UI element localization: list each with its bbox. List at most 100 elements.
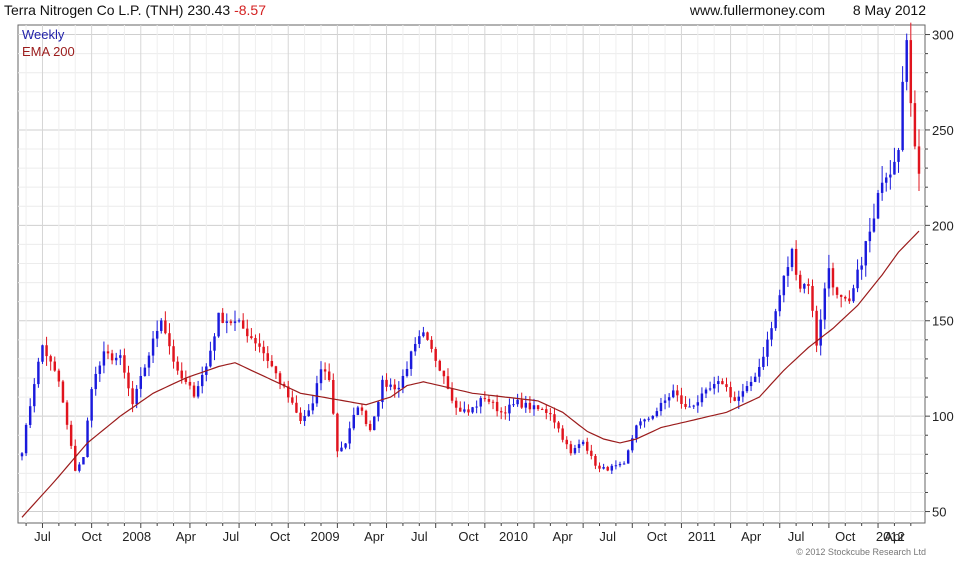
x-tick-label: 2009 [311,529,340,544]
candle-up [905,40,908,82]
candle-down [495,401,499,412]
candle-up [413,343,417,352]
candle-down [278,373,282,384]
candle-down [426,332,429,340]
legend-ema: EMA 200 [22,44,75,59]
candle-up [856,269,859,289]
candle-up [852,288,855,302]
candle-up [114,357,118,361]
candle-down [368,423,372,431]
candle-down [430,339,433,349]
chart-title: Terra Nitrogen Co L.P. (TNH) 230.43 -8.5… [4,2,266,18]
candle-up [82,457,85,465]
x-tick-label: Oct [647,529,668,544]
candle-up [667,397,671,401]
title-change: -8.57 [234,2,266,18]
candle-up [872,218,876,232]
candle-down [229,321,233,324]
candle-down [569,444,573,454]
candle-down [250,336,253,339]
candle-up [508,404,511,414]
candle-down [164,320,167,334]
candle-down [676,390,679,396]
candle-down [811,285,814,311]
candle-up [98,365,102,374]
candle-down [176,361,179,371]
candle-up [24,424,28,454]
candle-up [401,375,405,388]
candle-down [553,414,556,423]
candle-up [823,288,827,320]
candle-down [733,397,736,401]
candle-down [565,439,568,445]
candle-up [573,448,577,454]
candle-up [655,411,659,417]
candle-down [467,409,470,413]
candle-up [647,418,650,420]
candle-up [749,381,753,387]
x-tick-label: Jul [411,529,428,544]
candle-up [94,373,97,390]
x-tick-label: Apr [553,529,574,544]
candle-down [332,379,335,414]
candle-down [536,405,540,410]
candle-up [143,367,147,377]
candle-down [835,287,839,295]
candle-down [520,399,523,408]
date-text: 8 May 2012 [853,2,926,18]
candle-up [356,407,360,415]
candle-up [893,161,896,175]
candle-up [876,192,880,219]
candle-down [590,450,593,456]
chart-container: Terra Nitrogen Co L.P. (TNH) 230.43 -8.5… [0,0,980,560]
candle-down [917,146,921,174]
x-tick-label: Apr [176,529,197,544]
candle-up [610,465,614,471]
candle-up [885,177,888,183]
candle-up [352,414,355,429]
candle-up [139,376,143,389]
candle-up [581,441,585,445]
candle-down [594,455,597,466]
candle-up [712,384,716,389]
stock-chart: Terra Nitrogen Co L.P. (TNH) 230.43 -8.5… [4,2,954,557]
candle-down [483,398,487,400]
x-tick-label: Oct [458,529,479,544]
candle-up [827,268,831,289]
y-tick-label: 300 [932,28,954,43]
candle-up [90,389,93,421]
candle-down [545,409,548,413]
candle-up [409,351,413,369]
candle-down [364,410,368,424]
candle-up [119,355,122,358]
candle-down [65,402,69,425]
candle-up [200,374,204,387]
candle-down [123,355,126,373]
candle-down [557,422,560,429]
candle-up [418,336,421,344]
legend-weekly: Weekly [22,27,65,42]
candle-down [561,428,564,440]
y-tick-label: 150 [932,314,954,329]
candle-down [262,346,265,354]
x-tick-label: Jul [788,529,805,544]
candle-up [422,332,425,337]
candle-down [192,385,196,397]
x-tick-label: Oct [82,529,103,544]
candle-down [499,411,503,413]
candle-up [147,355,151,368]
candle-up [373,416,376,431]
candle-up [758,366,761,377]
candle-up [389,384,392,387]
candle-down [839,294,843,297]
candle-up [635,425,638,439]
candle-down [188,381,192,386]
candle-up [663,400,667,403]
candle-up [471,407,474,413]
candle-up [602,467,605,469]
candle-down [454,400,458,408]
candle-down [438,360,442,371]
candle-up [307,410,310,417]
candle-down [680,395,683,404]
candle-down [807,284,810,286]
